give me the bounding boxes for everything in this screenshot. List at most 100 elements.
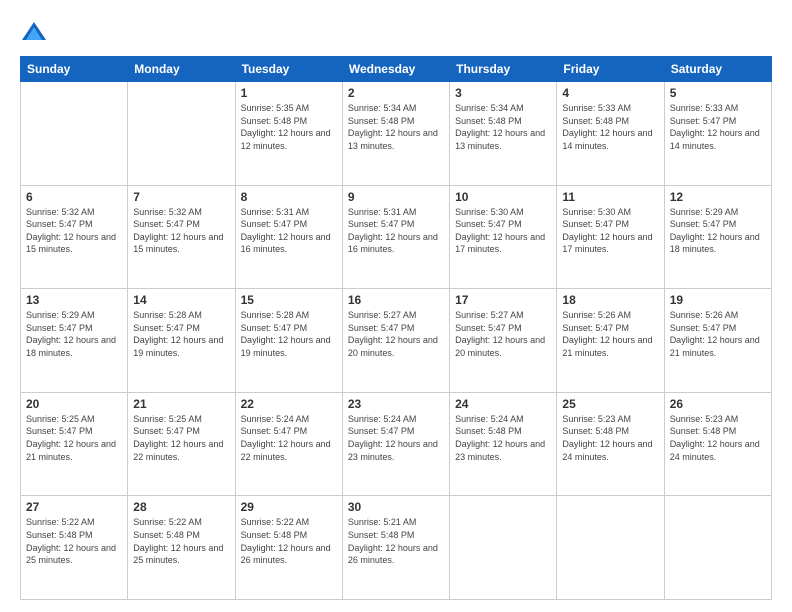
- calendar-cell: 26 Sunrise: 5:23 AMSunset: 5:48 PMDayligh…: [664, 392, 771, 496]
- day-info: Sunrise: 5:30 AMSunset: 5:47 PMDaylight:…: [455, 206, 551, 256]
- day-number: 4: [562, 86, 658, 100]
- day-info: Sunrise: 5:32 AMSunset: 5:47 PMDaylight:…: [26, 206, 122, 256]
- calendar-cell: 12 Sunrise: 5:29 AMSunset: 5:47 PMDayligh…: [664, 185, 771, 289]
- day-info: Sunrise: 5:29 AMSunset: 5:47 PMDaylight:…: [670, 206, 766, 256]
- calendar-cell: 5 Sunrise: 5:33 AMSunset: 5:47 PMDaylight…: [664, 82, 771, 186]
- day-number: 16: [348, 293, 444, 307]
- logo-icon: [20, 18, 48, 46]
- day-info: Sunrise: 5:26 AMSunset: 5:47 PMDaylight:…: [562, 309, 658, 359]
- day-info: Sunrise: 5:25 AMSunset: 5:47 PMDaylight:…: [26, 413, 122, 463]
- week-row-1: 1 Sunrise: 5:35 AMSunset: 5:48 PMDaylight…: [21, 82, 772, 186]
- day-info: Sunrise: 5:28 AMSunset: 5:47 PMDaylight:…: [241, 309, 337, 359]
- calendar-cell: 7 Sunrise: 5:32 AMSunset: 5:47 PMDaylight…: [128, 185, 235, 289]
- day-number: 21: [133, 397, 229, 411]
- day-number: 15: [241, 293, 337, 307]
- calendar-cell: 8Sunrise: 5:31 AMSunset: 5:47 PMDaylight…: [235, 185, 342, 289]
- day-info: Sunrise: 5:30 AMSunset: 5:47 PMDaylight:…: [562, 206, 658, 256]
- calendar-cell: 9 Sunrise: 5:31 AMSunset: 5:47 PMDaylight…: [342, 185, 449, 289]
- calendar-cell: 14 Sunrise: 5:28 AMSunset: 5:47 PMDayligh…: [128, 289, 235, 393]
- header: [20, 18, 772, 46]
- calendar-cell: 3Sunrise: 5:34 AMSunset: 5:48 PMDaylight…: [450, 82, 557, 186]
- day-number: 9: [348, 190, 444, 204]
- day-number: 8: [241, 190, 337, 204]
- day-info: Sunrise: 5:32 AMSunset: 5:47 PMDaylight:…: [133, 206, 229, 256]
- day-number: 26: [670, 397, 766, 411]
- calendar-cell: 28 Sunrise: 5:22 AMSunset: 5:48 PMDayligh…: [128, 496, 235, 600]
- calendar-cell: 11 Sunrise: 5:30 AMSunset: 5:47 PMDayligh…: [557, 185, 664, 289]
- calendar-cell: [21, 82, 128, 186]
- calendar-cell: 10 Sunrise: 5:30 AMSunset: 5:47 PMDayligh…: [450, 185, 557, 289]
- day-number: 23: [348, 397, 444, 411]
- day-info: Sunrise: 5:31 AMSunset: 5:47 PMDaylight:…: [348, 206, 444, 256]
- day-info: Sunrise: 5:23 AMSunset: 5:48 PMDaylight:…: [562, 413, 658, 463]
- day-number: 10: [455, 190, 551, 204]
- day-number: 25: [562, 397, 658, 411]
- calendar-cell: 6Sunrise: 5:32 AMSunset: 5:47 PMDaylight…: [21, 185, 128, 289]
- calendar-cell: 23 Sunrise: 5:24 AMSunset: 5:47 PMDayligh…: [342, 392, 449, 496]
- calendar-cell: 15 Sunrise: 5:28 AMSunset: 5:47 PMDayligh…: [235, 289, 342, 393]
- day-number: 17: [455, 293, 551, 307]
- day-number: 18: [562, 293, 658, 307]
- weekday-header-monday: Monday: [128, 57, 235, 82]
- day-info: Sunrise: 5:35 AMSunset: 5:48 PMDaylight:…: [241, 102, 337, 152]
- calendar-cell: 18 Sunrise: 5:26 AMSunset: 5:47 PMDayligh…: [557, 289, 664, 393]
- calendar-cell: 1 Sunrise: 5:35 AMSunset: 5:48 PMDaylight…: [235, 82, 342, 186]
- day-info: Sunrise: 5:33 AMSunset: 5:48 PMDaylight:…: [562, 102, 658, 152]
- day-number: 11: [562, 190, 658, 204]
- calendar-cell: 19 Sunrise: 5:26 AMSunset: 5:47 PMDayligh…: [664, 289, 771, 393]
- calendar-cell: 2 Sunrise: 5:34 AMSunset: 5:48 PMDaylight…: [342, 82, 449, 186]
- day-number: 30: [348, 500, 444, 514]
- week-row-5: 27Sunrise: 5:22 AMSunset: 5:48 PMDayligh…: [21, 496, 772, 600]
- day-number: 13: [26, 293, 122, 307]
- day-info: Sunrise: 5:23 AMSunset: 5:48 PMDaylight:…: [670, 413, 766, 463]
- calendar-cell: [664, 496, 771, 600]
- day-info: Sunrise: 5:22 AMSunset: 5:48 PMDaylight:…: [241, 516, 337, 566]
- day-info: Sunrise: 5:22 AMSunset: 5:48 PMDaylight:…: [133, 516, 229, 566]
- week-row-4: 20 Sunrise: 5:25 AMSunset: 5:47 PMDayligh…: [21, 392, 772, 496]
- day-number: 2: [348, 86, 444, 100]
- day-number: 19: [670, 293, 766, 307]
- weekday-header-row: SundayMondayTuesdayWednesdayThursdayFrid…: [21, 57, 772, 82]
- day-info: Sunrise: 5:29 AMSunset: 5:47 PMDaylight:…: [26, 309, 122, 359]
- calendar-cell: 29 Sunrise: 5:22 AMSunset: 5:48 PMDayligh…: [235, 496, 342, 600]
- day-info: Sunrise: 5:33 AMSunset: 5:47 PMDaylight:…: [670, 102, 766, 152]
- calendar-cell: 13 Sunrise: 5:29 AMSunset: 5:47 PMDayligh…: [21, 289, 128, 393]
- day-number: 12: [670, 190, 766, 204]
- day-number: 7: [133, 190, 229, 204]
- day-number: 20: [26, 397, 122, 411]
- day-number: 22: [241, 397, 337, 411]
- calendar-cell: 30 Sunrise: 5:21 AMSunset: 5:48 PMDayligh…: [342, 496, 449, 600]
- day-info: Sunrise: 5:21 AMSunset: 5:48 PMDaylight:…: [348, 516, 444, 566]
- calendar-cell: 20 Sunrise: 5:25 AMSunset: 5:47 PMDayligh…: [21, 392, 128, 496]
- day-info: Sunrise: 5:27 AMSunset: 5:47 PMDaylight:…: [348, 309, 444, 359]
- day-info: Sunrise: 5:24 AMSunset: 5:47 PMDaylight:…: [348, 413, 444, 463]
- weekday-header-thursday: Thursday: [450, 57, 557, 82]
- day-info: Sunrise: 5:28 AMSunset: 5:47 PMDaylight:…: [133, 309, 229, 359]
- day-info: Sunrise: 5:22 AMSunset: 5:48 PMDaylight:…: [26, 516, 122, 566]
- week-row-3: 13 Sunrise: 5:29 AMSunset: 5:47 PMDayligh…: [21, 289, 772, 393]
- logo: [20, 18, 52, 46]
- day-info: Sunrise: 5:27 AMSunset: 5:47 PMDaylight:…: [455, 309, 551, 359]
- day-info: Sunrise: 5:24 AMSunset: 5:48 PMDaylight:…: [455, 413, 551, 463]
- calendar-cell: 21Sunrise: 5:25 AMSunset: 5:47 PMDayligh…: [128, 392, 235, 496]
- day-number: 14: [133, 293, 229, 307]
- calendar-cell: 27Sunrise: 5:22 AMSunset: 5:48 PMDayligh…: [21, 496, 128, 600]
- day-number: 5: [670, 86, 766, 100]
- calendar-cell: 22 Sunrise: 5:24 AMSunset: 5:47 PMDayligh…: [235, 392, 342, 496]
- day-number: 28: [133, 500, 229, 514]
- calendar-cell: 25 Sunrise: 5:23 AMSunset: 5:48 PMDayligh…: [557, 392, 664, 496]
- day-number: 1: [241, 86, 337, 100]
- calendar-cell: [128, 82, 235, 186]
- calendar-cell: 16 Sunrise: 5:27 AMSunset: 5:47 PMDayligh…: [342, 289, 449, 393]
- day-number: 29: [241, 500, 337, 514]
- calendar-cell: [557, 496, 664, 600]
- day-info: Sunrise: 5:24 AMSunset: 5:47 PMDaylight:…: [241, 413, 337, 463]
- day-info: Sunrise: 5:34 AMSunset: 5:48 PMDaylight:…: [455, 102, 551, 152]
- day-info: Sunrise: 5:34 AMSunset: 5:48 PMDaylight:…: [348, 102, 444, 152]
- week-row-2: 6Sunrise: 5:32 AMSunset: 5:47 PMDaylight…: [21, 185, 772, 289]
- calendar-cell: [450, 496, 557, 600]
- weekday-header-saturday: Saturday: [664, 57, 771, 82]
- day-info: Sunrise: 5:26 AMSunset: 5:47 PMDaylight:…: [670, 309, 766, 359]
- calendar-cell: 24Sunrise: 5:24 AMSunset: 5:48 PMDayligh…: [450, 392, 557, 496]
- calendar-table: SundayMondayTuesdayWednesdayThursdayFrid…: [20, 56, 772, 600]
